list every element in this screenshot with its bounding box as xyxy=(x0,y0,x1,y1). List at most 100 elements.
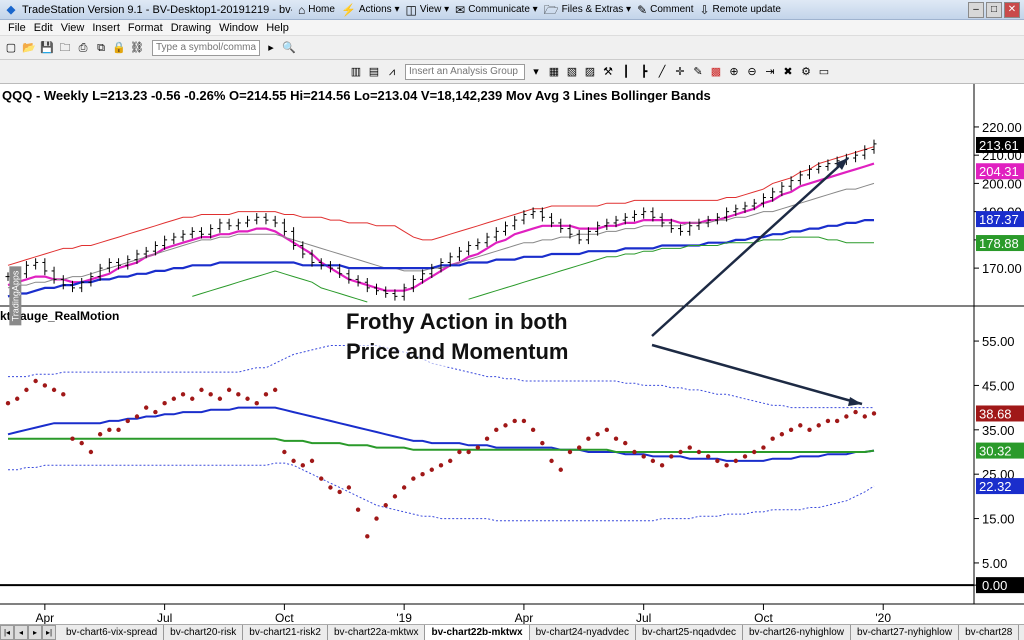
next-tab-icon[interactable]: ▸ xyxy=(28,625,42,640)
momentum-dot xyxy=(328,485,333,490)
zoom-out-icon[interactable]: ⊖ xyxy=(745,65,759,79)
menu-help[interactable]: Help xyxy=(266,22,289,34)
tab-bv-chart22a-mktwx[interactable]: bv-chart22a-mktwx xyxy=(328,625,426,640)
menu-window[interactable]: Window xyxy=(219,22,258,34)
main-toolbar: ▢ 📂 💾 🗀 ⎙ ⧉ 🔒 ⛓ ▸ 🔍 xyxy=(0,36,1024,60)
tab-bv-chart25-nqadvdec[interactable]: bv-chart25-nqadvdec xyxy=(636,625,743,640)
momentum-dot xyxy=(705,454,711,459)
annotation-line-2: Price and Momentum xyxy=(346,337,569,367)
lock-icon[interactable]: 🔒 xyxy=(112,41,126,55)
momentum-dot xyxy=(448,458,453,464)
topbar-view[interactable]: ◫ View ▾ xyxy=(405,4,449,16)
close-chart-icon[interactable]: ✖ xyxy=(781,65,795,79)
format-icon[interactable]: ▦ xyxy=(547,65,561,79)
draw-icon[interactable]: ✎ xyxy=(691,65,705,79)
topbar-actions[interactable]: ⚡ Actions ▾ xyxy=(341,4,400,16)
scroll-icon[interactable]: ⇥ xyxy=(763,65,777,79)
topbar-label: Comment xyxy=(650,4,694,15)
zoom-in-icon[interactable]: ⊕ xyxy=(727,65,741,79)
menu-insert[interactable]: Insert xyxy=(92,22,120,34)
symbol-input[interactable] xyxy=(152,39,260,56)
momentum-dot xyxy=(245,396,250,401)
crosshair-icon[interactable]: ✛ xyxy=(673,65,687,79)
candle-icon[interactable]: ┃ xyxy=(619,65,633,79)
save-icon[interactable]: 💾 xyxy=(40,41,54,55)
momentum-dot xyxy=(871,411,877,416)
search-icon[interactable]: 🔍 xyxy=(282,41,296,55)
maximize-icon[interactable]: □ xyxy=(986,1,1002,18)
first-tab-icon[interactable]: |◂ xyxy=(0,625,14,640)
folder-icon[interactable]: 🗀 xyxy=(58,41,72,55)
minimize-icon[interactable]: – xyxy=(968,1,984,18)
tab-bv-chart28[interactable]: bv-chart28 xyxy=(959,625,1020,640)
momentum-dot xyxy=(613,436,619,441)
momentum-dot xyxy=(669,454,674,459)
menu-file[interactable]: File xyxy=(8,22,26,34)
annotation-line-1: Frothy Action in both xyxy=(346,307,569,337)
momentum-dot xyxy=(134,414,140,419)
menu-format[interactable]: Format xyxy=(128,22,163,34)
momentum-dot xyxy=(576,445,582,450)
color-grid-icon[interactable]: ▩ xyxy=(709,65,723,79)
momentum-dot xyxy=(355,507,361,512)
tab-bv-chart21-risk2[interactable]: bv-chart21-risk2 xyxy=(243,625,328,640)
prev-tab-icon[interactable]: ◂ xyxy=(14,625,28,640)
topbar-comment[interactable]: ✎ Comment xyxy=(637,4,693,16)
copy-icon[interactable]: ⧉ xyxy=(94,41,108,55)
bars-icon[interactable]: ▥ xyxy=(349,65,363,79)
topbar-home[interactable]: ⌂ Home xyxy=(298,4,335,16)
momentum-dot xyxy=(567,449,573,455)
side-label[interactable]: TradingApps xyxy=(9,266,22,326)
tab-bv-chart20-risk[interactable]: bv-chart20-risk xyxy=(164,625,244,640)
topbar-remote[interactable]: ⇩ Remote update xyxy=(699,4,780,16)
topbar-files[interactable]: 🗁 Files & Extras ▾ xyxy=(544,4,631,16)
momentum-dot xyxy=(853,409,858,415)
volume-icon[interactable]: ▨ xyxy=(583,65,597,79)
topbar-label: Home xyxy=(308,4,335,15)
files-icon: 🗁 xyxy=(543,2,559,17)
price-tick-label: 220.00 xyxy=(982,120,1022,135)
close-icon[interactable]: ✕ xyxy=(1004,1,1020,18)
menu-edit[interactable]: Edit xyxy=(34,22,53,34)
chart-icon[interactable]: ▤ xyxy=(367,65,381,79)
tab-bv-chart27-nyhighlow[interactable]: bv-chart27-nyhighlow xyxy=(851,625,960,640)
momentum-dot xyxy=(503,423,508,428)
last-tab-icon[interactable]: ▸| xyxy=(42,625,56,640)
momentum-dot xyxy=(300,463,306,468)
momentum-dot xyxy=(97,432,103,437)
open-icon[interactable]: 📂 xyxy=(22,41,36,55)
line-icon[interactable]: ╱ xyxy=(655,65,669,79)
page-icon[interactable]: ▭ xyxy=(817,65,831,79)
dropdown-icon[interactable]: ▾ xyxy=(529,65,543,79)
compare-icon[interactable]: ▧ xyxy=(565,65,579,79)
tab-bv-chart22b-mktwx[interactable]: bv-chart22b-mktwx xyxy=(425,625,530,640)
annotation-text[interactable]: Frothy Action in both Price and Momentum xyxy=(346,307,569,367)
momentum-dot xyxy=(319,476,324,481)
analysis-group-input[interactable] xyxy=(405,63,525,80)
hammer-icon[interactable]: ⚙ xyxy=(799,65,813,79)
momentum-dot xyxy=(558,467,563,472)
momentum-dot xyxy=(595,432,600,437)
topbar-label: Remote update xyxy=(712,4,781,15)
arrow-right-icon[interactable]: ▸ xyxy=(264,41,278,55)
momentum-dot xyxy=(659,463,665,468)
link-icon[interactable]: ⛓ xyxy=(130,41,144,55)
tools-icon[interactable]: ⚒ xyxy=(601,65,615,79)
print-icon[interactable]: ⎙ xyxy=(76,41,90,55)
topbar-label: View ▾ xyxy=(419,4,450,15)
price-tick-label: 170.00 xyxy=(982,261,1022,276)
tab-bv-chart26-nyhighlow[interactable]: bv-chart26-nyhighlow xyxy=(743,625,852,640)
tab-bv-chart6-vix-spread[interactable]: bv-chart6-vix-spread xyxy=(60,625,165,640)
price-last-value: 204.31 xyxy=(979,164,1019,179)
indicator-icon[interactable]: ⩘ xyxy=(385,65,399,79)
view-icon: ◫ xyxy=(405,2,417,17)
topbar-communicate[interactable]: ✉ Communicate ▾ xyxy=(455,4,538,16)
price-last-value: 213.61 xyxy=(979,138,1019,153)
menu-view[interactable]: View xyxy=(61,22,85,34)
ohlc-icon[interactable]: ┣ xyxy=(637,65,651,79)
new-icon[interactable]: ▢ xyxy=(4,41,18,55)
tab-bv-chart24-nyadvdec[interactable]: bv-chart24-nyadvdec xyxy=(530,625,636,640)
momentum-dot xyxy=(383,503,388,508)
momentum-dot xyxy=(798,423,803,428)
menu-drawing[interactable]: Drawing xyxy=(171,22,211,34)
